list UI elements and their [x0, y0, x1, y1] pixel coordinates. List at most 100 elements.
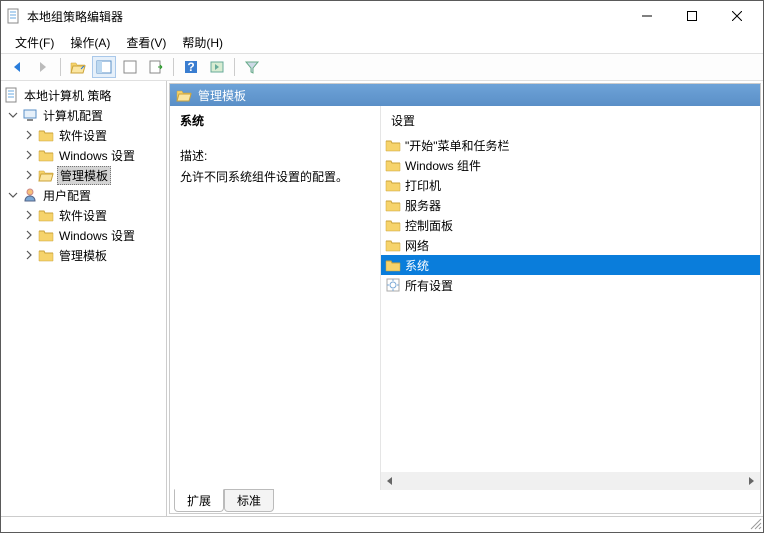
list-item[interactable]: 打印机	[381, 175, 760, 195]
details-pane: 管理模板 系统 描述: 允许不同系统组件设置的配置。 设置 "开始"菜单和任务栏…	[169, 83, 761, 514]
list-item[interactable]: 系统	[381, 255, 760, 275]
export-button[interactable]	[144, 56, 168, 78]
list-column-header[interactable]: 设置	[381, 106, 760, 135]
help-button[interactable]: ?	[179, 56, 203, 78]
description-label: 描述:	[180, 147, 370, 164]
toolbar-separator	[60, 58, 61, 76]
description-panel: 系统 描述: 允许不同系统组件设置的配置。	[170, 106, 380, 490]
tree-label: 管理模板	[57, 247, 109, 264]
resize-grip-icon[interactable]	[749, 517, 763, 531]
tree-label: Windows 设置	[57, 227, 137, 244]
folder-icon	[385, 257, 401, 273]
horizontal-scrollbar[interactable]	[381, 472, 760, 490]
settings-list: 设置 "开始"菜单和任务栏 Windows 组件打印机服务器控制面板网络系统所有设…	[380, 106, 760, 490]
tree-label: 计算机配置	[41, 107, 105, 124]
folder-open-icon	[176, 87, 192, 103]
close-button[interactable]	[714, 1, 759, 31]
folder-icon	[385, 217, 401, 233]
scroll-right-button[interactable]	[742, 472, 760, 490]
minimize-button[interactable]	[624, 1, 669, 31]
menu-view[interactable]: 查看(V)	[118, 32, 174, 53]
content-area: 本地计算机 策略 计算机配置 软件设置 Windows 设置 管理模板 用户配置	[1, 81, 763, 516]
list-item-label: 服务器	[405, 197, 441, 214]
tree-label: 软件设置	[57, 207, 109, 224]
toolbar-separator	[173, 58, 174, 76]
list-item[interactable]: "开始"菜单和任务栏	[381, 135, 760, 155]
user-icon	[22, 187, 38, 203]
twisty-open-icon[interactable]	[7, 109, 19, 121]
twisty-closed-icon[interactable]	[23, 249, 35, 261]
show-tree-button[interactable]	[92, 56, 116, 78]
menu-bar: 文件(F) 操作(A) 查看(V) 帮助(H)	[1, 31, 763, 53]
folder-icon	[385, 177, 401, 193]
tree-label: 用户配置	[41, 187, 93, 204]
tree-computer-config[interactable]: 计算机配置	[1, 105, 166, 125]
tree-comp-software[interactable]: 软件设置	[1, 125, 166, 145]
tree-label: 软件设置	[57, 127, 109, 144]
description-text: 允许不同系统组件设置的配置。	[180, 168, 370, 185]
tree-comp-admin-templates[interactable]: 管理模板	[1, 165, 166, 185]
scroll-track[interactable]	[399, 472, 742, 490]
toolbar: ?	[1, 53, 763, 81]
twisty-closed-icon[interactable]	[23, 129, 35, 141]
filter-button[interactable]	[240, 56, 264, 78]
maximize-button[interactable]	[669, 1, 714, 31]
up-button[interactable]	[66, 56, 90, 78]
list-item-label: Windows 组件	[405, 157, 481, 174]
folder-open-icon	[38, 167, 54, 183]
view-tabs: 扩展 标准	[170, 489, 760, 513]
menu-action[interactable]: 操作(A)	[62, 32, 118, 53]
back-button[interactable]	[5, 56, 29, 78]
folder-icon	[385, 197, 401, 213]
tree-label: Windows 设置	[57, 147, 137, 164]
folder-icon	[38, 207, 54, 223]
folder-icon	[385, 157, 401, 173]
tree-user-config[interactable]: 用户配置	[1, 185, 166, 205]
tab-extended[interactable]: 扩展	[174, 489, 224, 512]
tree-user-admin-templates[interactable]: 管理模板	[1, 245, 166, 265]
options-button[interactable]	[205, 56, 229, 78]
list-items-container: "开始"菜单和任务栏 Windows 组件打印机服务器控制面板网络系统所有设置	[381, 135, 760, 472]
computer-icon	[22, 107, 38, 123]
tree-user-software[interactable]: 软件设置	[1, 205, 166, 225]
twisty-open-icon[interactable]	[7, 189, 19, 201]
tree-user-windows[interactable]: Windows 设置	[1, 225, 166, 245]
menu-file[interactable]: 文件(F)	[7, 32, 62, 53]
toolbar-separator	[234, 58, 235, 76]
folder-icon	[38, 147, 54, 163]
tree-root[interactable]: 本地计算机 策略	[1, 85, 166, 105]
folder-icon	[38, 227, 54, 243]
svg-text:?: ?	[187, 60, 194, 74]
scroll-left-button[interactable]	[381, 472, 399, 490]
folder-icon	[38, 127, 54, 143]
tree-label: 本地计算机 策略	[22, 87, 113, 104]
twisty-closed-icon[interactable]	[23, 209, 35, 221]
details-title: 管理模板	[198, 87, 246, 104]
list-item-label: 系统	[405, 257, 429, 274]
list-item[interactable]: 所有设置	[381, 275, 760, 295]
selected-item-name: 系统	[180, 112, 370, 129]
list-item[interactable]: Windows 组件	[381, 155, 760, 175]
menu-help[interactable]: 帮助(H)	[174, 32, 231, 53]
details-header: 管理模板	[170, 84, 760, 106]
window-title: 本地组策略编辑器	[27, 8, 624, 25]
title-bar: 本地组策略编辑器	[1, 1, 763, 31]
twisty-closed-icon[interactable]	[23, 169, 35, 181]
tree-label: 管理模板	[57, 166, 111, 185]
folder-icon	[385, 237, 401, 253]
list-item[interactable]: 控制面板	[381, 215, 760, 235]
list-item[interactable]: 网络	[381, 235, 760, 255]
folder-icon	[38, 247, 54, 263]
tree-comp-windows[interactable]: Windows 设置	[1, 145, 166, 165]
properties-button[interactable]	[118, 56, 142, 78]
status-bar	[1, 516, 763, 532]
list-item[interactable]: 服务器	[381, 195, 760, 215]
list-item-label: 控制面板	[405, 217, 453, 234]
tree-pane[interactable]: 本地计算机 策略 计算机配置 软件设置 Windows 设置 管理模板 用户配置	[1, 81, 167, 516]
tab-standard[interactable]: 标准	[224, 489, 274, 512]
twisty-closed-icon[interactable]	[23, 149, 35, 161]
twisty-closed-icon[interactable]	[23, 229, 35, 241]
forward-button[interactable]	[31, 56, 55, 78]
list-item-label: 网络	[405, 237, 429, 254]
list-item-label: 所有设置	[405, 277, 453, 294]
